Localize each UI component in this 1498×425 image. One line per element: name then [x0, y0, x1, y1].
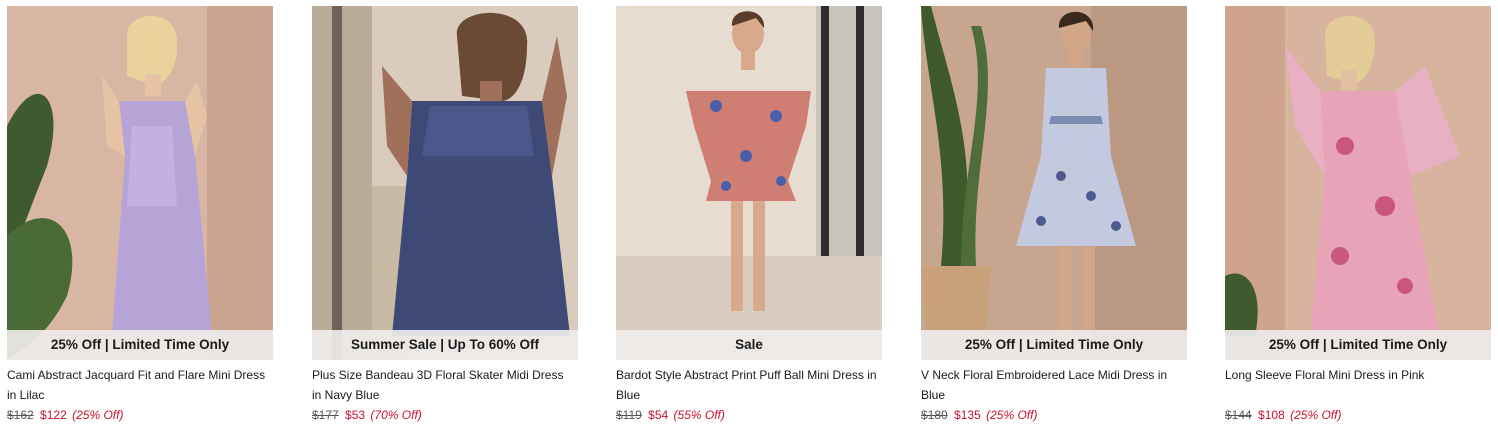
original-price: $180	[921, 408, 948, 422]
product-card: 25% Off | Limited Time Only V Neck Flora…	[921, 6, 1187, 422]
price-row: $162 $122 (25% Off)	[7, 407, 273, 423]
product-image[interactable]: 25% Off | Limited Time Only	[1225, 6, 1491, 360]
discount-label: (25% Off)	[1290, 408, 1342, 422]
sale-price: $54	[648, 408, 669, 422]
sale-price: $122	[40, 408, 67, 422]
product-photo-puffball-dress	[616, 6, 882, 360]
original-price: $144	[1225, 408, 1252, 422]
product-title[interactable]: Cami Abstract Jacquard Fit and Flare Min…	[7, 365, 273, 405]
product-photo-lilac-dress	[7, 6, 273, 360]
promo-badge: 25% Off | Limited Time Only	[1225, 330, 1491, 360]
product-title[interactable]: Bardot Style Abstract Print Puff Ball Mi…	[616, 365, 882, 405]
promo-badge: 25% Off | Limited Time Only	[7, 330, 273, 360]
product-image[interactable]: 25% Off | Limited Time Only	[921, 6, 1187, 360]
product-card: 25% Off | Limited Time Only Cami Abstrac…	[7, 6, 273, 422]
discount-label: (70% Off)	[370, 408, 422, 422]
original-price: $119	[616, 408, 642, 422]
original-price: $162	[7, 408, 34, 422]
product-title[interactable]: V Neck Floral Embroidered Lace Midi Dres…	[921, 365, 1187, 405]
discount-label: (25% Off)	[72, 408, 124, 422]
product-image[interactable]: Sale	[616, 6, 882, 360]
sale-price: $108	[1258, 408, 1285, 422]
product-photo-pink-dress	[1225, 6, 1491, 360]
product-image[interactable]: Summer Sale | Up To 60% Off	[312, 6, 578, 360]
product-photo-lace-dress	[921, 6, 1187, 360]
promo-badge: Summer Sale | Up To 60% Off	[312, 330, 578, 360]
original-price: $177	[312, 408, 339, 422]
promo-badge: Sale	[616, 330, 882, 360]
sale-price: $135	[954, 408, 981, 422]
product-card: 25% Off | Limited Time Only Long Sleeve …	[1225, 6, 1491, 422]
promo-badge: 25% Off | Limited Time Only	[921, 330, 1187, 360]
product-image[interactable]: 25% Off | Limited Time Only	[7, 6, 273, 360]
sale-price: $53	[345, 408, 366, 422]
price-row: $177 $53 (70% Off)	[312, 407, 578, 423]
product-title[interactable]: Long Sleeve Floral Mini Dress in Pink	[1225, 365, 1491, 405]
discount-label: (55% Off)	[673, 408, 725, 422]
price-row: $180 $135 (25% Off)	[921, 407, 1187, 423]
product-card: Sale Bardot Style Abstract Print Puff Ba…	[616, 6, 882, 422]
product-photo-navy-dress	[312, 6, 578, 360]
discount-label: (25% Off)	[986, 408, 1038, 422]
price-row: $144 $108 (25% Off)	[1225, 407, 1491, 423]
price-row: $119 $54 (55% Off)	[616, 407, 882, 423]
product-grid: 25% Off | Limited Time Only Cami Abstrac…	[0, 0, 1498, 425]
product-card: Summer Sale | Up To 60% Off Plus Size Ba…	[312, 6, 578, 422]
product-title[interactable]: Plus Size Bandeau 3D Floral Skater Midi …	[312, 365, 578, 405]
